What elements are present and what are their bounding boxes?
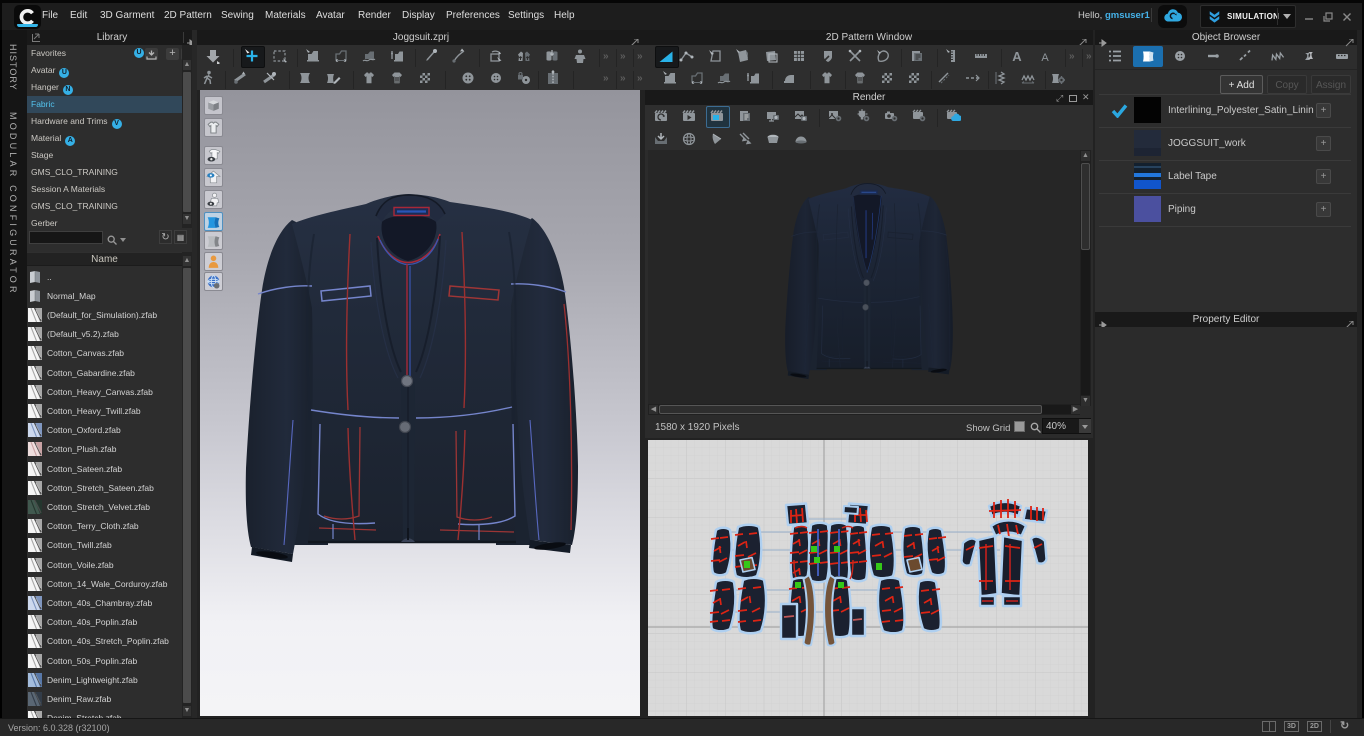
- svg-text:A: A: [1012, 49, 1022, 64]
- svg-text:A: A: [1041, 52, 1049, 64]
